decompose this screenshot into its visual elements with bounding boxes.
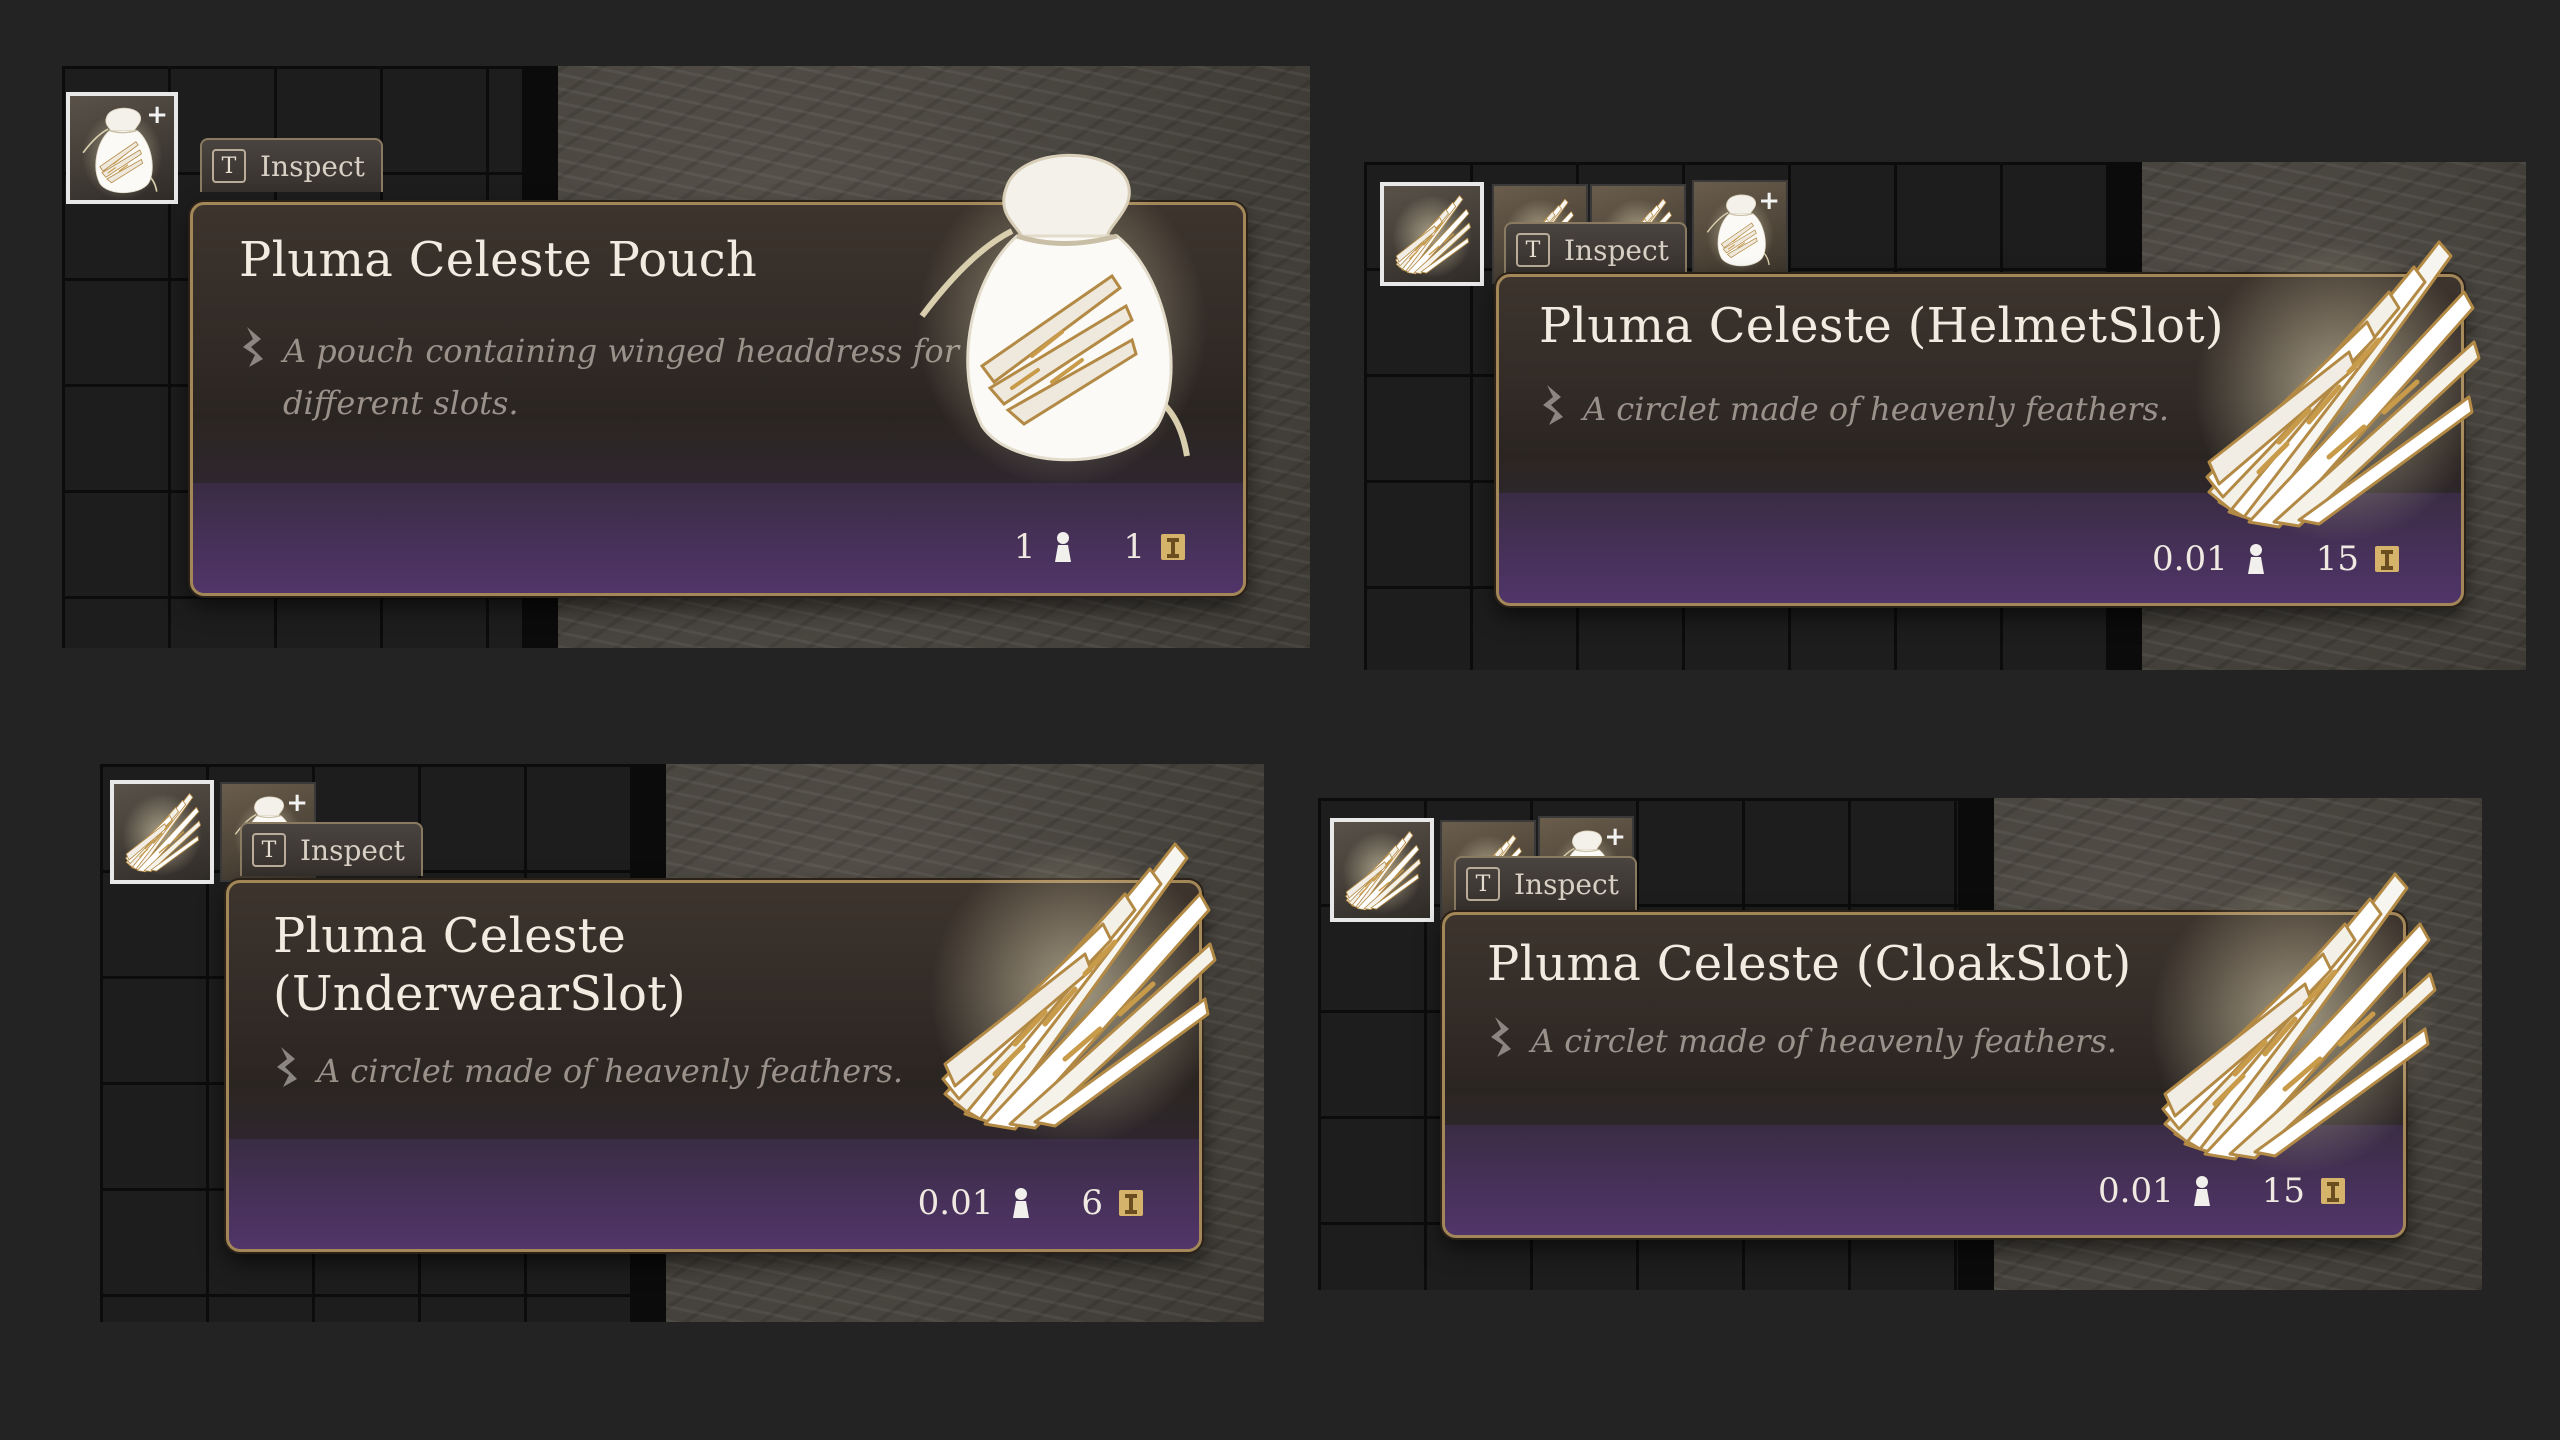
inspect-label: Inspect: [1564, 233, 1669, 267]
item-title: Pluma Celeste (UnderwearSlot): [273, 907, 686, 1023]
weight-icon: [2188, 1174, 2216, 1208]
item-stats: 1 1: [1014, 527, 1187, 567]
gold-value: 6: [1081, 1183, 1103, 1223]
description-row: A circlet made of heavenly feathers.: [273, 1045, 903, 1097]
inspect-button[interactable]: T Inspect: [200, 138, 383, 192]
description-row: A pouch containing winged headdress for …: [239, 325, 959, 429]
inventory-slot-helmet[interactable]: [1380, 182, 1484, 286]
pouch-icon: [912, 126, 1212, 486]
gem-icon: [273, 1045, 301, 1089]
weight-icon: [1049, 530, 1077, 564]
inspect-label: Inspect: [300, 833, 405, 867]
item-description: A circlet made of heavenly feathers.: [317, 1045, 903, 1097]
inspect-button[interactable]: T Inspect: [1504, 222, 1687, 276]
description-line: different slots.: [283, 384, 519, 422]
gold-icon: [1117, 1186, 1145, 1220]
plus-icon: +: [1604, 822, 1626, 852]
gold-value: 15: [2315, 539, 2359, 579]
inventory-panel-cloak: + T Inspect Pluma Celeste (CloakSlot) A …: [1318, 798, 2482, 1290]
gold-icon: [1159, 530, 1187, 564]
item-title-line: Pluma Celeste (HelmetSlot): [1539, 298, 2224, 354]
inventory-panel-helmet: + T Inspect Pluma Celeste (HelmetSlot) A…: [1364, 162, 2526, 670]
description-line: A pouch containing winged headdress for: [283, 332, 959, 370]
description-line: A circlet made of heavenly feathers.: [317, 1052, 904, 1090]
item-stats: 0.01 15: [2152, 539, 2401, 579]
weight-icon: [1007, 1186, 1035, 1220]
gold-icon: [2373, 542, 2401, 576]
plus-icon: +: [1758, 186, 1780, 216]
inspect-key: T: [212, 149, 246, 183]
item-title: Pluma Celeste (CloakSlot): [1487, 935, 2131, 993]
item-title: Pluma Celeste Pouch: [239, 231, 757, 289]
item-title-line: Pluma Celeste (CloakSlot): [1487, 936, 2132, 992]
wing-icon: [2184, 222, 2494, 542]
wing-icon: [118, 788, 206, 876]
wing-icon: [920, 824, 1230, 1144]
inventory-slot-underwear[interactable]: [110, 780, 214, 884]
inventory-slot-pouch[interactable]: +: [66, 92, 178, 204]
description-row: A circlet made of heavenly feathers.: [1539, 383, 2169, 435]
gold-icon: [2319, 1174, 2347, 1208]
weight-value: 0.01: [917, 1183, 994, 1223]
inventory-panel-underwear: + T Inspect Pluma Celeste (UnderwearSlot…: [100, 764, 1264, 1322]
plus-icon: +: [286, 788, 308, 818]
gold-value: 1: [1123, 527, 1145, 567]
item-description: A pouch containing winged headdress for …: [283, 325, 959, 429]
inspect-key: T: [252, 833, 286, 867]
item-title-line: (UnderwearSlot): [273, 966, 686, 1022]
inventory-slot-cloak[interactable]: [1330, 818, 1434, 922]
inventory-panel-pouch: + T Inspect Pluma Celeste Pouch A pouch …: [62, 66, 1310, 648]
inspect-key: T: [1516, 233, 1550, 267]
weight-icon: [2242, 542, 2270, 576]
weight-value: 1: [1013, 527, 1036, 567]
gem-icon: [1539, 383, 1567, 427]
item-title-line: Pluma Celeste Pouch: [239, 232, 758, 288]
inspect-label: Inspect: [260, 149, 365, 183]
inspect-button[interactable]: T Inspect: [1454, 856, 1637, 910]
gem-icon: [239, 325, 267, 369]
wing-icon: [1388, 190, 1476, 278]
inspect-button[interactable]: T Inspect: [240, 822, 423, 876]
item-stats: 0.01 15: [2098, 1171, 2347, 1211]
item-description: A circlet made of heavenly feathers.: [1531, 1015, 2117, 1067]
description-line: A circlet made of heavenly feathers.: [1583, 390, 2170, 428]
inventory-slot-pouch[interactable]: +: [1692, 180, 1788, 280]
item-description: A circlet made of heavenly feathers.: [1583, 383, 2169, 435]
item-stats: 0.01 6: [918, 1183, 1145, 1223]
item-title-line: Pluma Celeste: [273, 908, 627, 964]
gem-icon: [1487, 1015, 1515, 1059]
wing-icon: [2140, 854, 2450, 1174]
item-title: Pluma Celeste (HelmetSlot): [1539, 297, 2224, 355]
plus-icon: +: [146, 100, 168, 130]
inspect-key: T: [1466, 867, 1500, 901]
inspect-label: Inspect: [1514, 867, 1619, 901]
description-line: A circlet made of heavenly feathers.: [1531, 1022, 2118, 1060]
wing-icon: [1338, 826, 1426, 914]
description-row: A circlet made of heavenly feathers.: [1487, 1015, 2117, 1067]
gold-value: 15: [2261, 1171, 2305, 1211]
weight-value: 0.01: [2098, 1171, 2174, 1211]
weight-value: 0.01: [2152, 539, 2228, 579]
